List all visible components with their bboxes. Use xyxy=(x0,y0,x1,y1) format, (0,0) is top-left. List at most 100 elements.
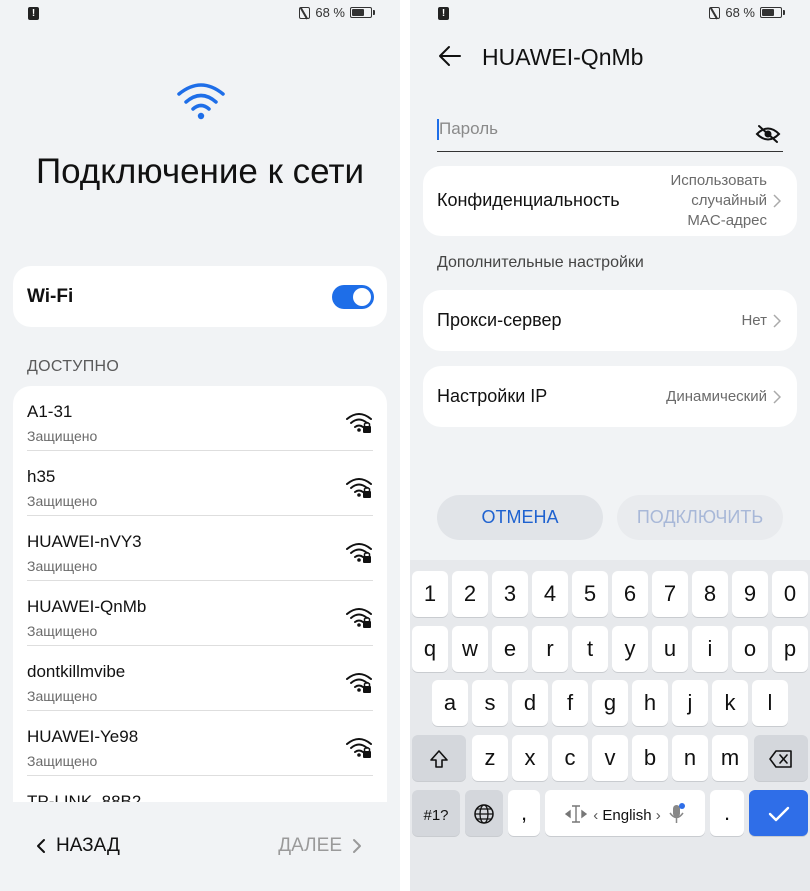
key-e[interactable]: e xyxy=(492,626,528,672)
key-2[interactable]: 2 xyxy=(452,571,488,617)
key-a[interactable]: a xyxy=(432,680,468,726)
key-0[interactable]: 0 xyxy=(772,571,808,617)
network-status: Защищено xyxy=(27,428,98,444)
backspace-icon xyxy=(769,750,792,768)
password-field[interactable] xyxy=(437,110,783,152)
key-k[interactable]: k xyxy=(712,680,748,726)
key-9[interactable]: 9 xyxy=(732,571,768,617)
chevron-right-icon xyxy=(773,314,781,328)
ip-value: Динамический xyxy=(666,388,767,405)
network-status: Защищено xyxy=(27,558,98,574)
proxy-value: Нет xyxy=(741,312,767,329)
network-password-screen: ! 68 % HUAWEI-QnMb Конфиденциальность Ис… xyxy=(410,0,810,891)
key-6[interactable]: 6 xyxy=(612,571,648,617)
key-w[interactable]: w xyxy=(452,626,488,672)
wifi-locked-icon xyxy=(346,543,372,563)
key-b[interactable]: b xyxy=(632,735,668,781)
key-h[interactable]: h xyxy=(632,680,668,726)
key-x[interactable]: x xyxy=(512,735,548,781)
network-name: HUAWEI-nVY3 xyxy=(27,532,142,551)
network-item[interactable]: HUAWEI-nVY3 Защищено xyxy=(27,516,373,581)
wifi-toggle[interactable] xyxy=(332,285,374,309)
battery-percent: 68 % xyxy=(725,5,755,20)
status-bar: ! 68 % xyxy=(410,0,810,28)
key-c[interactable]: c xyxy=(552,735,588,781)
symbols-key[interactable]: #1? xyxy=(412,790,460,836)
network-list: A1-31 Защищено h35 Защищено HUAWEI-nVY3 Защищ… xyxy=(13,386,387,816)
notification-icon: ! xyxy=(28,7,39,20)
network-item[interactable]: HUAWEI-Ye98 Защищено xyxy=(27,711,373,776)
back-button[interactable]: НАЗАД xyxy=(36,835,120,857)
privacy-row[interactable]: Конфиденциальность Использовать случайны… xyxy=(423,166,797,236)
network-item[interactable]: h35 Защищено xyxy=(27,451,373,516)
next-button[interactable]: ДАЛЕЕ xyxy=(278,835,362,857)
ip-settings-row[interactable]: Настройки IP Динамический xyxy=(423,366,797,427)
network-name: A1-31 xyxy=(27,402,73,421)
back-arrow-icon[interactable] xyxy=(438,44,462,68)
cancel-button[interactable]: ОТМЕНА xyxy=(437,495,603,540)
network-name: HUAWEI-QnMb xyxy=(27,597,147,616)
comma-key[interactable]: , xyxy=(508,790,540,836)
key-t[interactable]: t xyxy=(572,626,608,672)
key-i[interactable]: i xyxy=(692,626,728,672)
network-title: HUAWEI-QnMb xyxy=(482,44,644,70)
key-o[interactable]: o xyxy=(732,626,768,672)
top-bar: HUAWEI-QnMb xyxy=(410,38,810,78)
key-3[interactable]: 3 xyxy=(492,571,528,617)
key-z[interactable]: z xyxy=(472,735,508,781)
network-name: HUAWEI-Ye98 xyxy=(27,727,139,746)
available-header: ДОСТУПНО xyxy=(27,358,120,375)
network-item[interactable]: A1-31 Защищено xyxy=(27,386,373,451)
wifi-icon xyxy=(177,83,225,120)
key-p[interactable]: p xyxy=(772,626,808,672)
connect-button[interactable]: ПОДКЛЮЧИТЬ xyxy=(617,495,783,540)
wifi-label: Wi-Fi xyxy=(27,286,74,307)
key-j[interactable]: j xyxy=(672,680,708,726)
key-d[interactable]: d xyxy=(512,680,548,726)
eye-off-icon[interactable] xyxy=(755,124,781,144)
page-title: Подключение к сети xyxy=(35,152,365,191)
proxy-row[interactable]: Прокси-сервер Нет xyxy=(423,290,797,351)
wifi-locked-icon xyxy=(346,738,372,758)
language-label: English xyxy=(602,807,652,824)
wifi-toggle-row[interactable]: Wi-Fi xyxy=(13,266,387,327)
next-label: ДАЛЕЕ xyxy=(278,835,342,856)
wifi-locked-icon xyxy=(346,413,372,433)
space-key[interactable]: ‹ English › xyxy=(545,790,705,836)
wifi-locked-icon xyxy=(346,673,372,693)
period-key[interactable]: . xyxy=(710,790,744,836)
network-item[interactable]: dontkillmvibe Защищено xyxy=(27,646,373,711)
globe-icon xyxy=(474,804,494,824)
wifi-locked-icon xyxy=(346,608,372,628)
chevron-right-icon xyxy=(353,839,361,853)
battery-icon xyxy=(350,7,375,18)
key-f[interactable]: f xyxy=(552,680,588,726)
key-n[interactable]: n xyxy=(672,735,708,781)
network-status: Защищено xyxy=(27,493,98,509)
globe-key[interactable] xyxy=(465,790,503,836)
advanced-settings-header: Дополнительные настройки xyxy=(437,254,644,271)
key-r[interactable]: r xyxy=(532,626,568,672)
key-1[interactable]: 1 xyxy=(412,571,448,617)
key-l[interactable]: l xyxy=(752,680,788,726)
key-5[interactable]: 5 xyxy=(572,571,608,617)
key-q[interactable]: q xyxy=(412,626,448,672)
shift-key[interactable] xyxy=(412,735,466,781)
notification-icon: ! xyxy=(438,7,449,20)
shift-icon xyxy=(430,750,448,768)
backspace-key[interactable] xyxy=(754,735,808,781)
privacy-label: Конфиденциальность xyxy=(437,190,620,210)
key-s[interactable]: s xyxy=(472,680,508,726)
key-y[interactable]: y xyxy=(612,626,648,672)
key-8[interactable]: 8 xyxy=(692,571,728,617)
enter-key[interactable] xyxy=(749,790,808,836)
key-7[interactable]: 7 xyxy=(652,571,688,617)
key-4[interactable]: 4 xyxy=(532,571,568,617)
key-m[interactable]: m xyxy=(712,735,748,781)
battery-icon xyxy=(760,7,785,18)
password-input[interactable] xyxy=(437,110,747,148)
key-g[interactable]: g xyxy=(592,680,628,726)
network-item[interactable]: HUAWEI-QnMb Защищено xyxy=(27,581,373,646)
key-u[interactable]: u xyxy=(652,626,688,672)
key-v[interactable]: v xyxy=(592,735,628,781)
